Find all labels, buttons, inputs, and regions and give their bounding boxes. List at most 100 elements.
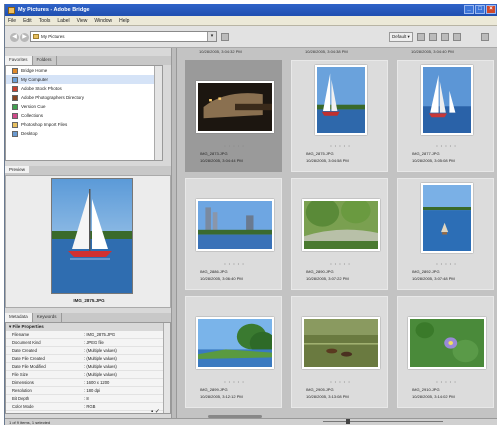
title-bar[interactable]: My Pictures - Adobe Bridge _ □ × xyxy=(5,4,497,16)
forward-arrow-icon[interactable]: ▶ xyxy=(20,33,29,42)
thumbnail-cell[interactable]: • • • • • IMG_2910.JPG 10/28/2005, 3:14:02… xyxy=(397,296,494,408)
favorites-tab-bar: Favorites Folders xyxy=(5,56,171,65)
thumbnail-date: 10/28/2005, 3:04:44 PM xyxy=(200,158,243,163)
rating-dots[interactable]: • • • • • xyxy=(186,143,283,148)
favorite-item-icon xyxy=(12,67,18,74)
checkmark-icon[interactable]: ✓ xyxy=(155,409,160,415)
thumbnail-cell[interactable]: • • • • • IMG_2892.JPG 10/28/2005, 3:07:48… xyxy=(397,178,494,290)
tab-keywords[interactable]: Keywords xyxy=(33,313,62,322)
thumbnail-cell[interactable]: • • • • • IMG_2905.JPG 10/28/2005, 3:13:08… xyxy=(291,296,388,408)
tab-metadata[interactable]: Metadata xyxy=(5,313,33,322)
favorite-item-label: Adobe Photographers Directory xyxy=(21,95,85,100)
metadata-row: Date Created: (Multiple values) xyxy=(6,347,170,355)
metadata-row: Resolution: 180 dpi xyxy=(6,387,170,395)
status-text: 1 of 9 items, 1 selected xyxy=(9,420,51,425)
trash-icon[interactable]: ▪ xyxy=(151,409,153,415)
rating-dots[interactable]: • • • • • xyxy=(292,261,389,266)
new-folder-icon[interactable] xyxy=(417,33,425,41)
thumbnail-cell[interactable]: • • • • • IMG_2890.JPG 10/28/2005, 3:07:22… xyxy=(291,178,388,290)
preview-tab-bar: Preview xyxy=(5,166,171,175)
thumbnail-image xyxy=(195,199,274,251)
metadata-scrollbar[interactable] xyxy=(163,323,170,413)
menu-file[interactable]: File xyxy=(8,18,16,24)
file-properties-header[interactable]: ▾ File Properties xyxy=(6,323,170,331)
rating-dots[interactable]: • • • • • xyxy=(398,379,495,384)
menu-edit[interactable]: Edit xyxy=(23,18,32,24)
minimize-button[interactable]: _ xyxy=(464,5,474,14)
favorite-item[interactable]: Adobe Stock Photos xyxy=(6,84,162,93)
bridge-window: My Pictures - Adobe Bridge _ □ × File Ed… xyxy=(4,4,497,425)
bridge-app-icon xyxy=(8,6,15,14)
thumbnail-cell[interactable]: • • • • • IMG_2886.JPG 10/28/2005, 3:06:40… xyxy=(185,178,282,290)
metadata-value: : IMG_2875.JPG xyxy=(84,332,116,337)
metadata-key: Document Kind xyxy=(12,340,41,345)
menu-help[interactable]: Help xyxy=(119,18,129,24)
tab-folders[interactable]: Folders xyxy=(33,56,57,65)
metadata-row: Bit Depth: 8 xyxy=(6,395,170,403)
menu-tools[interactable]: Tools xyxy=(39,18,51,24)
thumbnail-cell[interactable]: • • • • • IMG_2875.JPG 10/28/2005, 3:04:58… xyxy=(291,60,388,172)
metadata-key: File Size xyxy=(12,372,29,377)
metadata-value: : 8 xyxy=(84,396,89,401)
menu-window[interactable]: Window xyxy=(94,18,112,24)
metadata-footer-icons: ▪ ✓ xyxy=(151,408,160,415)
rating-dots[interactable]: • • • • • xyxy=(292,143,389,148)
thumbnail-image xyxy=(195,81,281,133)
path-dropdown[interactable]: My Pictures ▾ xyxy=(30,31,217,42)
thumbnail-image xyxy=(420,183,473,253)
metadata-key: Resolution xyxy=(12,388,32,393)
favorite-item[interactable]: Collections xyxy=(6,111,162,120)
favorites-panel: Bridge Home My Computer Adobe Stock Photos… xyxy=(5,65,163,161)
chevron-down-icon[interactable]: ▾ xyxy=(207,32,216,41)
back-arrow-icon[interactable]: ◀ xyxy=(10,33,19,42)
thumbnail-date: 10/28/2005, 3:07:22 PM xyxy=(306,276,349,281)
favorite-item[interactable]: Photoshop Import Files xyxy=(6,120,162,129)
rating-dots[interactable]: • • • • • xyxy=(292,379,389,384)
thumbnail-cell[interactable]: • • • • • IMG_2877.JPG 10/28/2005, 3:05:08… xyxy=(397,60,494,172)
top-row-date-1: 10/28/2005, 3:04:32 PM xyxy=(199,49,242,54)
favorites-scrollbar[interactable] xyxy=(154,66,162,160)
go-up-folder-icon[interactable] xyxy=(221,33,229,41)
rotate-left-icon[interactable] xyxy=(429,33,437,41)
maximize-button[interactable]: □ xyxy=(475,5,485,14)
workspace-dropdown[interactable]: Default ▾ xyxy=(389,32,413,42)
favorite-item-icon xyxy=(12,103,18,110)
top-row-date-2: 10/28/2005, 3:04:38 PM xyxy=(305,49,348,54)
favorite-item[interactable]: Adobe Photographers Directory xyxy=(6,93,162,102)
rating-dots[interactable]: • • • • • xyxy=(398,261,495,266)
preview-image-sailboat xyxy=(51,178,133,294)
folder-icon xyxy=(33,34,39,39)
refresh-icon[interactable] xyxy=(481,33,489,41)
rating-dots[interactable]: • • • • • xyxy=(398,143,495,148)
thumbnail-date: 10/28/2005, 3:04:58 PM xyxy=(306,158,349,163)
favorite-item[interactable]: Desktop xyxy=(6,129,162,138)
metadata-value: : JPEG file xyxy=(84,340,104,345)
metadata-key: Filename xyxy=(12,332,30,337)
tab-favorites[interactable]: Favorites xyxy=(5,56,33,65)
thumbnail-cell[interactable]: • • • • • IMG_2899.JPG 10/28/2005, 3:12:12… xyxy=(185,296,282,408)
favorite-item[interactable]: Bridge Home xyxy=(6,66,162,75)
top-row-date-3: 10/28/2005, 3:04:40 PM xyxy=(411,49,454,54)
favorite-item[interactable]: Version Cue xyxy=(6,102,162,111)
favorite-item-label: Collections xyxy=(21,113,44,118)
thumbnail-size-slider[interactable] xyxy=(323,419,443,424)
metadata-row: Date File Created: (Multiple values) xyxy=(6,355,170,363)
menu-label[interactable]: Label xyxy=(57,18,69,24)
rating-dots[interactable]: • • • • • xyxy=(186,261,283,266)
menu-view[interactable]: View xyxy=(77,18,88,24)
rating-dots[interactable]: • • • • • xyxy=(186,379,283,384)
close-button[interactable]: × xyxy=(486,5,496,14)
favorite-item[interactable]: My Computer xyxy=(6,75,162,84)
thumbnail-cell[interactable]: • • • • • IMG_2873.JPG 10/28/2005, 3:04:44… xyxy=(185,60,282,172)
zoom-slider-knob[interactable] xyxy=(346,419,351,424)
toolbar: ◀ ▶ My Pictures ▾ Default ▾ xyxy=(5,26,497,48)
metadata-value: : (Multiple values) xyxy=(84,356,117,361)
preview-panel: IMG_2875.JPG xyxy=(5,175,171,308)
window-title: My Pictures - Adobe Bridge xyxy=(18,7,90,13)
tab-preview[interactable]: Preview xyxy=(5,166,30,173)
delete-icon[interactable] xyxy=(453,33,461,41)
favorite-item-label: Desktop xyxy=(21,131,38,136)
metadata-row: Date File Modified: (Multiple values) xyxy=(6,363,170,371)
rotate-right-icon[interactable] xyxy=(441,33,449,41)
favorite-item-icon xyxy=(12,112,18,119)
